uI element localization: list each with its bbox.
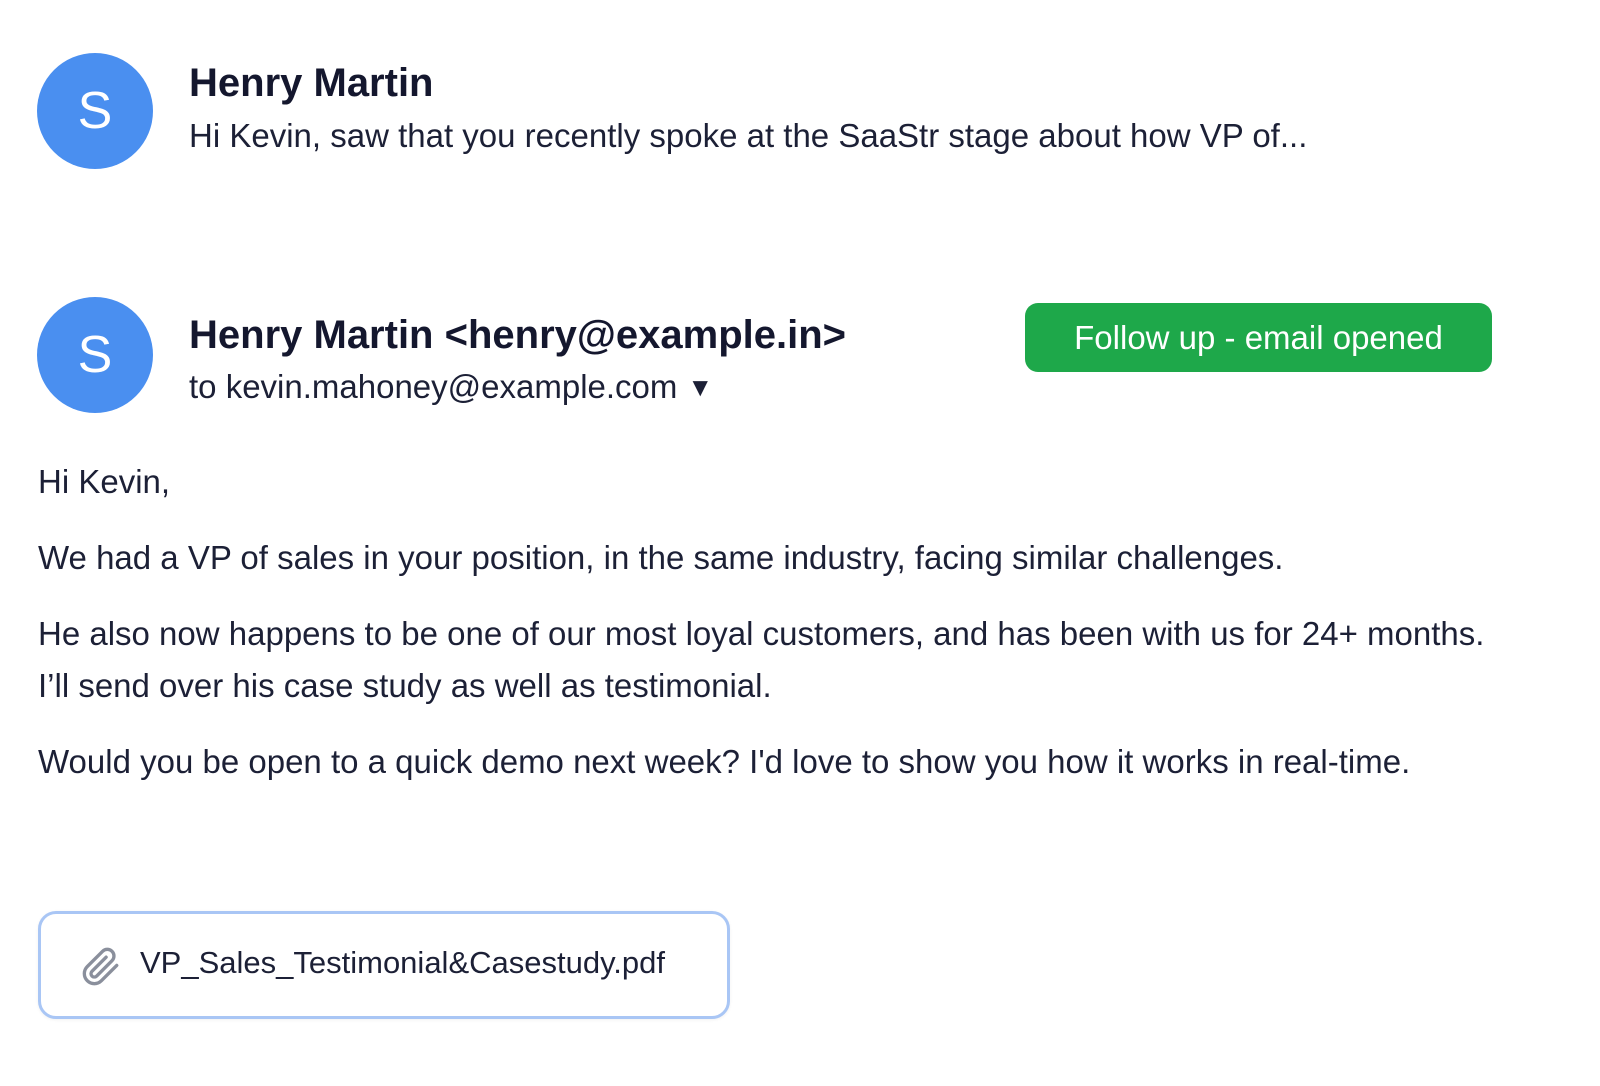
email-body: Hi Kevin, We had a VP of sales in your p… xyxy=(38,456,1518,812)
email-greeting: Hi Kevin, xyxy=(38,463,171,500)
recipients-dropdown-icon[interactable]: ▼ xyxy=(687,372,713,402)
attachment-card[interactable]: VP_Sales_Testimonial&Casestudy.pdf xyxy=(38,911,730,1019)
avatar: S xyxy=(37,53,153,169)
email-paragraph: He also now happens to be one of our mos… xyxy=(38,615,1485,704)
preview-sender-name: Henry Martin xyxy=(189,61,434,105)
email-paragraph: We had a VP of sales in your position, i… xyxy=(38,539,1284,576)
preview-snippet: Hi Kevin, saw that you recently spoke at… xyxy=(189,117,1308,154)
follow-up-badge[interactable]: Follow up - email opened xyxy=(1025,303,1492,372)
email-sender: Henry Martin <henry@example.in> xyxy=(189,313,847,357)
email-recipients[interactable]: to kevin.mahoney@example.com ▼ xyxy=(189,368,713,406)
attachment-filename: VP_Sales_Testimonial&Casestudy.pdf xyxy=(140,945,665,980)
recipients-text: to kevin.mahoney@example.com xyxy=(189,368,678,405)
paperclip-icon xyxy=(82,947,119,986)
email-paragraph: Would you be open to a quick demo next w… xyxy=(38,743,1411,780)
avatar: S xyxy=(37,297,153,413)
